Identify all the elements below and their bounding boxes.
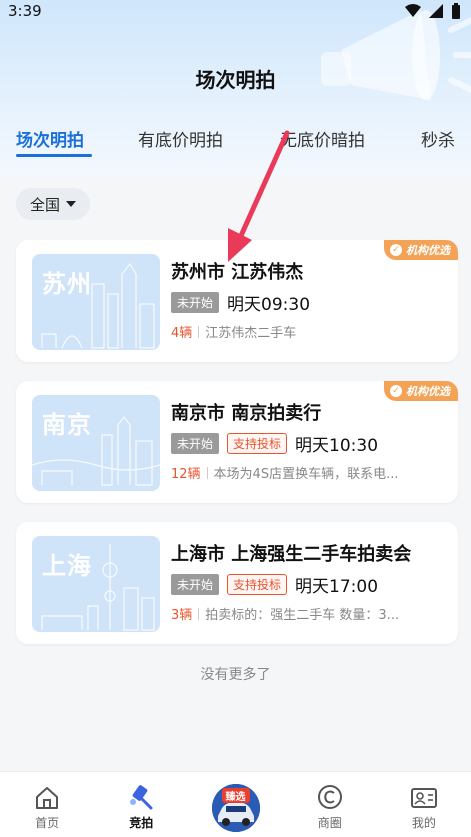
no-more-text: 没有更多了	[200, 667, 271, 683]
nav-home-label: 首页	[35, 816, 60, 830]
tender-badge: 支持投标	[227, 433, 288, 454]
featured-tag-label: 机构优选	[406, 244, 450, 257]
divider	[206, 466, 208, 479]
divider	[198, 325, 200, 338]
tab-no-reserve-sealed[interactable]: 无底价暗拍	[280, 126, 365, 151]
nav-home[interactable]: 首页	[0, 772, 94, 837]
wifi-icon	[405, 4, 421, 17]
vehicle-count: 4辆	[171, 326, 193, 341]
auction-title: 苏州市 江苏伟杰	[171, 262, 304, 283]
featured-tag-label: 机构优选	[406, 385, 450, 398]
tab-flash-sale[interactable]: 秒杀	[421, 126, 455, 151]
id-card-icon	[410, 788, 437, 808]
status-bar: 3:39	[0, 0, 471, 22]
tab-session-open[interactable]: 场次明拍	[16, 126, 84, 151]
signal-icon	[429, 4, 443, 18]
tender-badge: 支持投标	[227, 574, 288, 595]
auction-title: 上海市 上海强生二手车拍卖会	[171, 544, 412, 565]
status-badge: 未开始	[171, 292, 220, 313]
auction-time: 明天10:30	[295, 436, 379, 456]
nav-auction[interactable]: 竞拍	[94, 772, 188, 837]
region-filter[interactable]: 全国	[16, 188, 91, 220]
auction-description: 拍卖标的：强生二手车 数量：3...	[205, 608, 400, 623]
check-circle-icon: ✓	[390, 385, 402, 397]
featured-tag: ✓ 机构优选	[384, 381, 458, 401]
tab-bar: 场次明拍 有底价明拍 无底价暗拍 秒杀	[0, 126, 471, 166]
auction-time: 明天17:00	[295, 577, 379, 597]
nav-mine[interactable]: 我的	[377, 772, 471, 837]
thumbnail-city-name: 上海	[42, 552, 92, 580]
auction-card[interactable]: 上海 上海市 上海强生二手车拍卖会 未开始 支持投标 明天17:00 3辆 拍卖…	[16, 522, 458, 644]
check-circle-icon: ✓	[390, 244, 402, 256]
nav-business[interactable]: 商圈	[283, 772, 377, 837]
thumbnail-city-name: 苏州	[42, 270, 92, 298]
vehicle-count: 12辆	[171, 467, 201, 482]
circle-c-icon	[317, 785, 342, 809]
status-badge: 未开始	[171, 574, 220, 595]
city-thumbnail: 苏州	[32, 254, 160, 350]
home-icon	[36, 787, 59, 809]
city-thumbnail: 南京	[32, 395, 160, 491]
region-filter-label: 全国	[30, 195, 61, 214]
vehicle-count: 3辆	[171, 608, 193, 623]
nav-auction-label: 竞拍	[129, 816, 154, 830]
auction-time: 明天09:30	[227, 295, 311, 315]
status-badge: 未开始	[171, 433, 220, 454]
divider	[198, 607, 200, 620]
nav-business-label: 商圈	[317, 816, 342, 830]
city-thumbnail: 上海	[32, 536, 160, 632]
featured-tag: ✓ 机构优选	[384, 240, 458, 260]
featured-badge: 臻选	[221, 788, 250, 803]
nav-mine-label: 我的	[411, 816, 436, 830]
gavel-icon	[130, 785, 153, 810]
page-title: 场次明拍	[195, 68, 276, 92]
nav-featured[interactable]: 臻选	[188, 772, 282, 837]
status-time: 3:39	[8, 2, 42, 20]
battery-icon	[452, 3, 460, 19]
caret-down-icon	[66, 201, 77, 207]
auction-card[interactable]: 苏州 苏州市 江苏伟杰 未开始 明天09:30 4辆 江苏伟杰二手车 ✓ 机构优…	[16, 240, 458, 362]
thumbnail-city-name: 南京	[42, 411, 92, 439]
tab-reserve-open[interactable]: 有底价明拍	[138, 126, 223, 151]
auction-card[interactable]: 南京 南京市 南京拍卖行 未开始 支持投标 明天10:30 12辆 本场为4S店…	[16, 381, 458, 503]
auction-description: 本场为4S店置换车辆，联系电...	[213, 467, 399, 482]
auction-title: 南京市 南京拍卖行	[171, 403, 322, 424]
bottom-nav: 首页 竞拍 臻选 商圈 我的	[0, 771, 471, 837]
auction-description: 江苏伟杰二手车	[205, 326, 297, 341]
tab-active-indicator	[16, 154, 92, 157]
